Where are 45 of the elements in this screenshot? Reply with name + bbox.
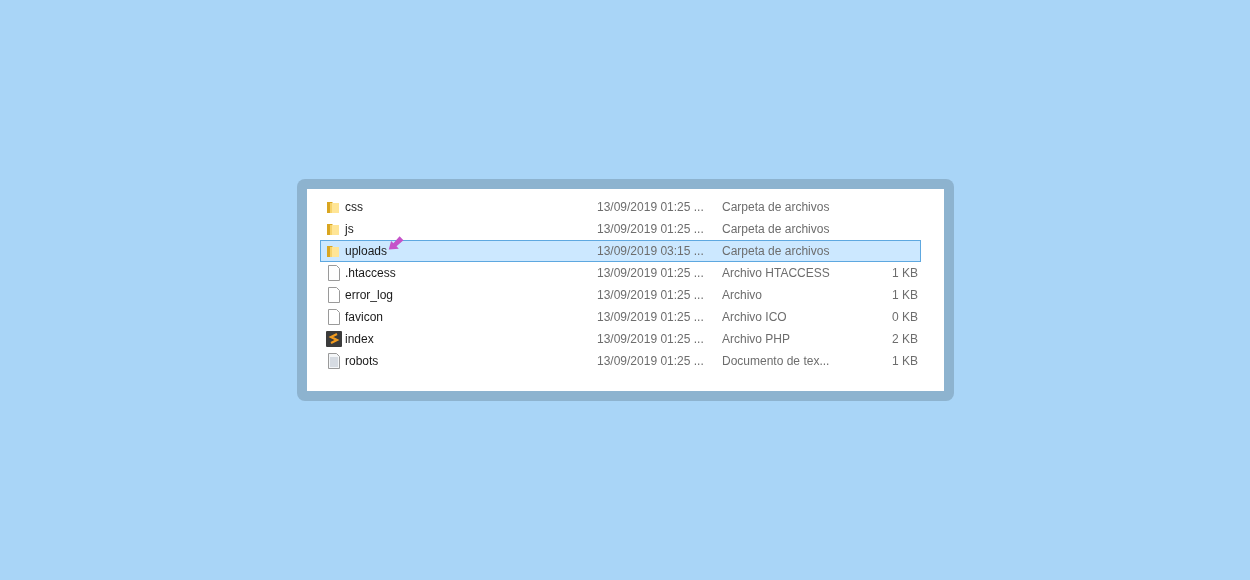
file-type: Carpeta de archivos	[722, 199, 831, 216]
file-type: Carpeta de archivos	[722, 243, 831, 260]
file-row[interactable]: uploads 13/09/2019 03:15 ... Carpeta de archivos	[320, 240, 921, 262]
file-type: Archivo PHP	[722, 331, 792, 348]
file-name: favicon	[345, 310, 384, 324]
file-row[interactable]: favicon 13/09/2019 01:25 ... Archivo ICO 0 KB	[320, 306, 921, 328]
file-row[interactable]: .htaccess 13/09/2019 01:25 ... Archivo HTACCESS 1 KB	[320, 262, 921, 284]
text-file-icon	[327, 353, 341, 369]
file-size: 1 KB	[891, 287, 918, 304]
file-row[interactable]: css 13/09/2019 01:25 ... Carpeta de archivos	[320, 196, 921, 218]
modified-date: 13/09/2019 01:25 ...	[597, 309, 705, 326]
file-size: 1 KB	[891, 353, 918, 370]
file-type: Documento de tex...	[722, 353, 831, 370]
folder-icon	[326, 221, 342, 237]
file-row[interactable]: index 13/09/2019 01:25 ... Archivo PHP 2 KB	[320, 328, 921, 350]
file-name: css	[345, 200, 363, 214]
file-name: robots	[345, 354, 379, 368]
file-row[interactable]: js 13/09/2019 01:25 ... Carpeta de archivos	[320, 218, 921, 240]
file-row[interactable]: robots 13/09/2019 01:25 ... Documento de tex... 1 KB	[320, 350, 921, 372]
file-type: Archivo	[722, 287, 763, 304]
folder-icon	[326, 243, 342, 259]
file-name: error_log	[345, 288, 394, 302]
modified-date: 13/09/2019 01:25 ...	[597, 199, 705, 216]
file-name: .htaccess	[345, 266, 396, 280]
file-name: uploads	[345, 244, 388, 258]
file-name: js	[345, 222, 354, 236]
file-name: index	[345, 332, 374, 346]
file-row[interactable]: error_log 13/09/2019 01:25 ... Archivo 1 KB	[320, 284, 921, 306]
folder-icon	[326, 199, 342, 215]
file-type: Carpeta de archivos	[722, 221, 831, 238]
modified-date: 13/09/2019 01:25 ...	[597, 287, 705, 304]
modified-date: 13/09/2019 01:25 ...	[597, 221, 705, 238]
file-type: Archivo ICO	[722, 309, 788, 326]
modified-date: 13/09/2019 01:25 ...	[597, 265, 705, 282]
script-file-icon	[326, 331, 342, 347]
file-size: 0 KB	[891, 309, 918, 326]
file-size: 2 KB	[891, 331, 918, 348]
file-type: Archivo HTACCESS	[722, 265, 831, 282]
file-icon	[327, 309, 341, 325]
modified-date: 13/09/2019 01:25 ...	[597, 353, 705, 370]
file-size: 1 KB	[891, 265, 918, 282]
modified-date: 13/09/2019 01:25 ...	[597, 331, 705, 348]
file-icon	[327, 287, 341, 303]
file-icon	[327, 265, 341, 281]
modified-date: 13/09/2019 03:15 ...	[597, 243, 705, 260]
